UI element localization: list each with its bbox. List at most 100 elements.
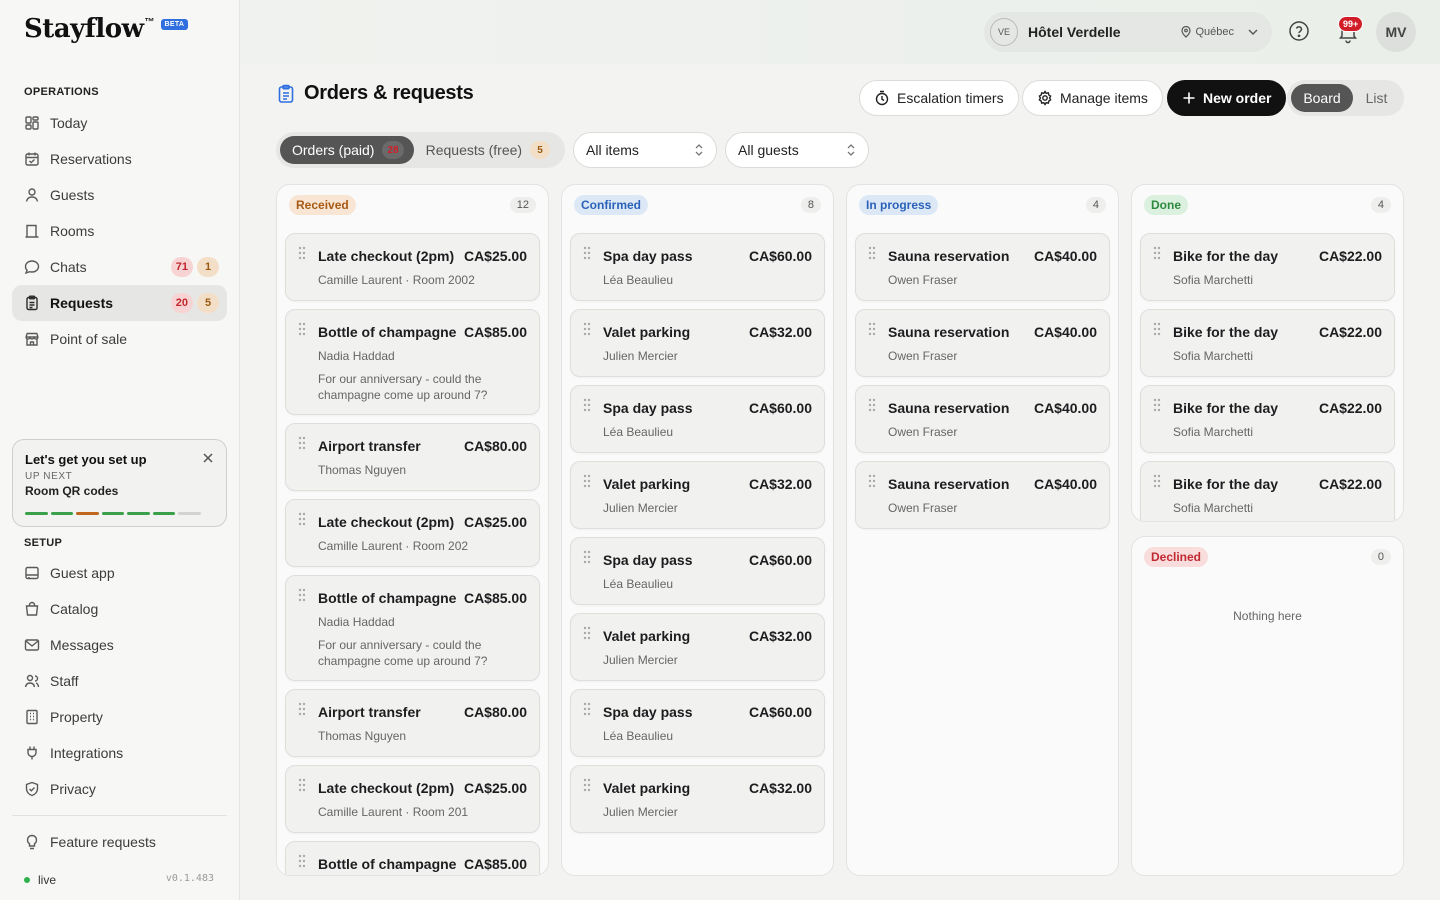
order-card[interactable]: Valet parking CA$32.00 Julien Mercier	[570, 461, 825, 529]
order-card[interactable]: Bike for the day CA$22.00 Sofia Marchetti	[1140, 461, 1395, 521]
sidebar-item-messages[interactable]: Messages	[12, 627, 227, 663]
sidebar-item-chats[interactable]: Chats 71 1	[12, 249, 227, 285]
column-header: Confirmed 8	[574, 195, 821, 215]
sidebar-item-reservations[interactable]: Reservations	[12, 141, 227, 177]
drag-handle-icon[interactable]	[583, 778, 591, 792]
order-card[interactable]: Late checkout (2pm) CA$25.00 Camille Laure…	[285, 233, 540, 301]
drag-handle-icon[interactable]	[1153, 322, 1161, 336]
drag-handle-icon[interactable]	[1153, 398, 1161, 412]
sidebar-item-property[interactable]: Property	[12, 699, 227, 735]
sidebar-item-guests[interactable]: Guests	[12, 177, 227, 213]
drag-handle-icon[interactable]	[1153, 474, 1161, 488]
order-card[interactable]: Valet parking CA$32.00 Julien Mercier	[570, 309, 825, 377]
bag-icon	[25, 601, 39, 616]
drag-handle-icon[interactable]	[298, 436, 306, 450]
drag-handle-icon[interactable]	[583, 474, 591, 488]
order-item-name: Airport transfer	[318, 704, 421, 720]
order-price: CA$40.00	[1033, 324, 1097, 340]
order-card[interactable]: Sauna reservation CA$40.00 Owen Fraser	[855, 461, 1110, 529]
order-item-name: Bottle of champagne	[318, 324, 457, 340]
drag-handle-icon[interactable]	[1153, 246, 1161, 260]
view-list-button[interactable]: List	[1353, 84, 1400, 112]
order-card[interactable]: Late checkout (2pm) CA$25.00 Camille Laure…	[285, 499, 540, 567]
drag-handle-icon[interactable]	[298, 588, 306, 602]
drag-handle-icon[interactable]	[298, 512, 306, 526]
drag-handle-icon[interactable]	[583, 702, 591, 716]
operations-label: OPERATIONS	[24, 86, 99, 98]
sidebar-item-label: Messages	[50, 637, 114, 653]
order-card[interactable]: Bottle of champagne CA$85.00 Nadia Haddad F…	[285, 575, 540, 681]
order-card[interactable]: Spa day pass CA$60.00 Léa Beaulieu	[570, 689, 825, 757]
order-card[interactable]: Late checkout (2pm) CA$25.00 Camille Laure…	[285, 765, 540, 833]
sidebar-item-point-of-sale[interactable]: Point of sale	[12, 321, 227, 357]
sidebar-item-feature-requests[interactable]: Feature requests	[12, 824, 227, 860]
drag-handle-icon[interactable]	[868, 398, 876, 412]
manage-items-button[interactable]: Manage items	[1022, 80, 1163, 116]
brand-logo[interactable]: Stayflow ™ BETA	[24, 14, 189, 44]
order-item-name: Bike for the day	[1173, 400, 1279, 416]
sidebar-item-requests[interactable]: Requests 20 5	[12, 285, 227, 321]
escalation-timers-button[interactable]: Escalation timers	[859, 80, 1019, 116]
drag-handle-icon[interactable]	[298, 778, 306, 792]
sidebar-item-guest-app[interactable]: Guest app	[12, 555, 227, 591]
user-avatar[interactable]: MV	[1376, 12, 1416, 52]
order-card[interactable]: Sauna reservation CA$40.00 Owen Fraser	[855, 309, 1110, 377]
lightbulb-icon	[26, 834, 38, 850]
drag-handle-icon[interactable]	[583, 398, 591, 412]
drag-handle-icon[interactable]	[298, 702, 306, 716]
order-card[interactable]: Sauna reservation CA$40.00 Owen Fraser	[855, 233, 1110, 301]
order-price: CA$25.00	[463, 514, 527, 530]
order-card[interactable]: Bottle of champagne CA$85.00 Nadia Haddad F…	[285, 309, 540, 415]
drag-handle-icon[interactable]	[583, 550, 591, 564]
hotel-switcher[interactable]: VE Hôtel Verdelle Québec	[984, 12, 1272, 52]
order-card[interactable]: Airport transfer CA$80.00 Thomas Nguyen	[285, 689, 540, 757]
tab-requests-free[interactable]: Requests (free) 5	[414, 136, 560, 164]
progress-step	[178, 512, 201, 515]
sidebar-item-integrations[interactable]: Integrations	[12, 735, 227, 771]
drag-handle-icon[interactable]	[298, 854, 306, 868]
order-card[interactable]: Spa day pass CA$60.00 Léa Beaulieu	[570, 385, 825, 453]
order-price: CA$40.00	[1033, 400, 1097, 416]
help-icon[interactable]	[1288, 20, 1310, 42]
hotel-location-text: Québec	[1195, 26, 1234, 38]
order-item-name: Spa day pass	[603, 704, 693, 720]
items-filter-select[interactable]: All items	[573, 132, 717, 168]
sidebar-item-label: Chats	[50, 259, 87, 275]
view-board-button[interactable]: Board	[1291, 84, 1353, 112]
order-item-name: Bike for the day	[1173, 476, 1279, 492]
order-card[interactable]: Valet parking CA$32.00 Julien Mercier	[570, 765, 825, 833]
drag-handle-icon[interactable]	[583, 246, 591, 260]
order-card[interactable]: Valet parking CA$32.00 Julien Mercier	[570, 613, 825, 681]
guests-filter-select[interactable]: All guests	[725, 132, 869, 168]
drag-handle-icon[interactable]	[298, 322, 306, 336]
drag-handle-icon[interactable]	[583, 626, 591, 640]
users-icon	[24, 674, 40, 688]
sidebar-item-today[interactable]: Today	[12, 105, 227, 141]
order-guest-info: Camille Laurent · Room 201	[318, 805, 469, 819]
order-card[interactable]: Airport transfer CA$80.00 Thomas Nguyen	[285, 423, 540, 491]
hotel-avatar: VE	[990, 18, 1018, 46]
drag-handle-icon[interactable]	[583, 322, 591, 336]
order-card[interactable]: Bike for the day CA$22.00 Sofia Marchetti	[1140, 233, 1395, 301]
close-icon[interactable]	[202, 452, 214, 464]
tab-orders-paid[interactable]: Orders (paid) 28	[280, 136, 414, 164]
sidebar-item-privacy[interactable]: Privacy	[12, 771, 227, 807]
order-item-name: Bottle of champagne	[318, 590, 457, 606]
order-card[interactable]: Spa day pass CA$60.00 Léa Beaulieu	[570, 233, 825, 301]
drag-handle-icon[interactable]	[868, 322, 876, 336]
order-card[interactable]: Spa day pass CA$60.00 Léa Beaulieu	[570, 537, 825, 605]
sidebar-item-staff[interactable]: Staff	[12, 663, 227, 699]
order-card[interactable]: Bottle of champagne CA$85.00	[285, 841, 540, 875]
guests-filter-value: All guests	[738, 142, 799, 158]
drag-handle-icon[interactable]	[868, 246, 876, 260]
order-card[interactable]: Bike for the day CA$22.00 Sofia Marchetti	[1140, 385, 1395, 453]
order-card[interactable]: Bike for the day CA$22.00 Sofia Marchetti	[1140, 309, 1395, 377]
new-order-button[interactable]: New order	[1167, 80, 1287, 116]
setup-checklist-card[interactable]: Let's get you set up UP NEXT Room QR cod…	[12, 439, 227, 527]
setup-progress	[25, 512, 201, 515]
order-card[interactable]: Sauna reservation CA$40.00 Owen Fraser	[855, 385, 1110, 453]
drag-handle-icon[interactable]	[298, 246, 306, 260]
drag-handle-icon[interactable]	[868, 474, 876, 488]
sidebar-item-catalog[interactable]: Catalog	[12, 591, 227, 627]
sidebar-item-rooms[interactable]: Rooms	[12, 213, 227, 249]
